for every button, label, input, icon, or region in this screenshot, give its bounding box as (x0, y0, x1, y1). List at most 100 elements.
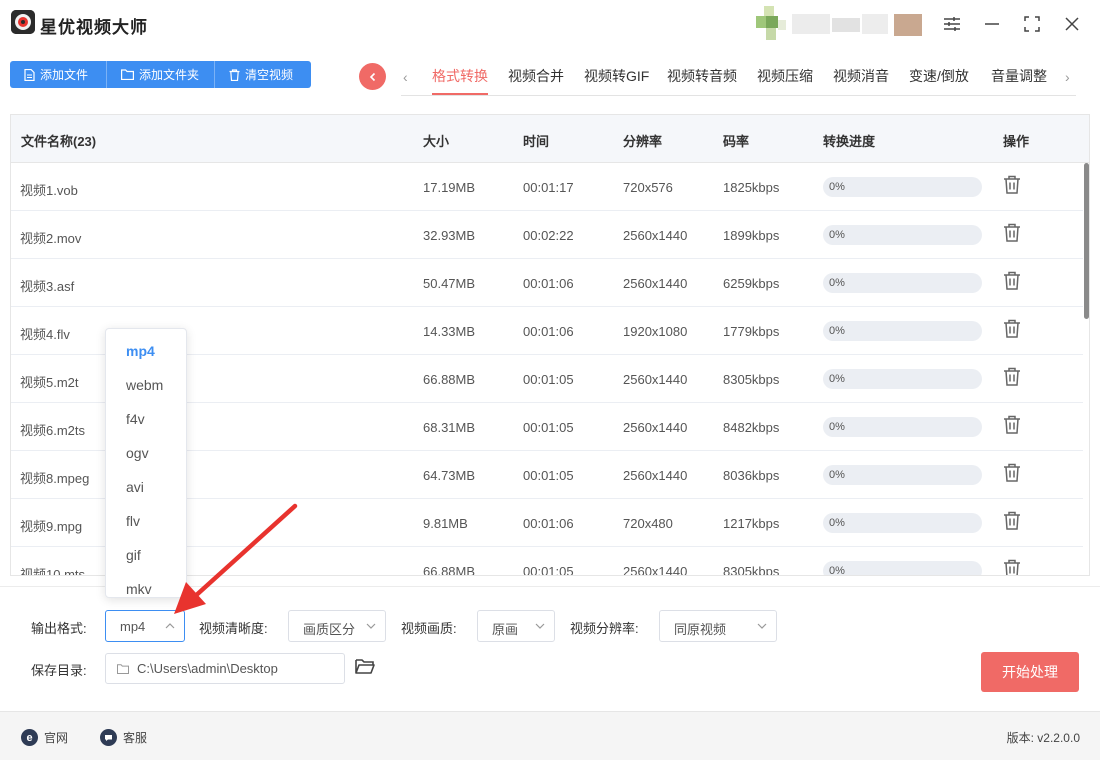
tab-video-mute[interactable]: 视频消音 (833, 66, 889, 86)
format-option-f4v[interactable]: f4v (126, 411, 145, 427)
file-icon (24, 68, 35, 81)
tab-format-convert[interactable]: 格式转换 (432, 66, 488, 95)
cell-resolution: 1920x1080 (623, 324, 688, 339)
format-option-ogv[interactable]: ogv (126, 445, 149, 461)
cell-bitrate: 8305kbps (723, 564, 780, 576)
cell-duration: 00:01:05 (523, 468, 574, 483)
trash-icon[interactable] (1003, 511, 1021, 533)
format-option-gif[interactable]: gif (126, 547, 141, 563)
add-folder-button[interactable]: 添加文件夹 (107, 61, 215, 88)
trash-icon[interactable] (1003, 463, 1021, 485)
cell-resolution: 720x480 (623, 516, 673, 531)
tabs-scroll-right-icon[interactable]: › (1065, 69, 1070, 85)
cell-bitrate: 8036kbps (723, 468, 780, 483)
trash-icon[interactable] (1003, 271, 1021, 293)
cell-resolution: 2560x1440 (623, 228, 688, 243)
customer-service-link[interactable]: 客服 (100, 729, 147, 746)
maximize-icon[interactable] (1020, 12, 1044, 36)
cell-resolution: 2560x1440 (623, 372, 688, 387)
tabs-scroll-left-icon[interactable]: ‹ (403, 69, 408, 85)
cell-file-size: 32.93MB (423, 228, 476, 243)
progress-bar: 0% (823, 225, 982, 245)
table-row[interactable]: 视频1.vob 17.19MB 00:01:17 720x576 1825kbps 0% (11, 163, 1083, 211)
collapse-back-button[interactable] (359, 63, 386, 90)
video-resolution-select[interactable]: 同原视频 (659, 610, 777, 642)
cell-file-name: 视频8.mpeg (20, 471, 90, 486)
save-dir-input[interactable]: C:\Users\admin\Desktop (105, 653, 345, 684)
close-icon[interactable] (1060, 12, 1084, 36)
cell-file-name: 视频5.m2t (20, 375, 79, 390)
tab-volume-adjust[interactable]: 音量调整 (991, 66, 1047, 86)
progress-text: 0% (829, 181, 845, 193)
cell-bitrate: 8482kbps (723, 420, 780, 435)
tab-video-to-gif[interactable]: 视频转GIF (584, 66, 649, 86)
cell-file-size: 50.47MB (423, 276, 476, 291)
output-format-value: mp4 (120, 619, 146, 634)
add-file-button[interactable]: 添加文件 (10, 61, 107, 88)
version-text: 版本: v2.2.0.0 (1006, 731, 1080, 745)
video-resolution-label: 视频分辨率: (570, 621, 639, 636)
cell-bitrate: 6259kbps (723, 276, 780, 291)
cell-file-name: 视频6.m2ts (20, 423, 86, 438)
tab-video-compress[interactable]: 视频压缩 (757, 66, 813, 86)
progress-bar: 0% (823, 417, 982, 437)
progress-bar: 0% (823, 369, 982, 389)
chevron-down-icon (366, 623, 376, 629)
progress-text: 0% (829, 277, 845, 289)
format-option-avi[interactable]: avi (126, 479, 144, 495)
chevron-up-icon (165, 623, 175, 629)
cell-duration: 00:01:05 (523, 420, 574, 435)
cell-bitrate: 1779kbps (723, 324, 780, 339)
cell-duration: 00:01:05 (523, 564, 574, 576)
table-header: 文件名称(23) 大小 时间 分辨率 码率 转换进度 操作 (11, 115, 1089, 163)
table-row[interactable]: 视频2.mov 32.93MB 00:02:22 2560x1440 1899kbps 0… (11, 211, 1083, 259)
cell-resolution: 2560x1440 (623, 468, 688, 483)
video-quality-value: 原画 (492, 622, 519, 637)
cell-resolution: 2560x1440 (623, 564, 688, 576)
cell-file-size: 66.88MB (423, 372, 476, 387)
format-option-mkv[interactable]: mkv (126, 581, 152, 597)
trash-icon[interactable] (1003, 319, 1021, 341)
video-clarity-select[interactable]: 画质区分 (288, 610, 386, 642)
progress-text: 0% (829, 229, 845, 241)
website-link[interactable]: e 官网 (21, 729, 68, 746)
trash-icon[interactable] (1003, 559, 1021, 575)
clear-videos-button[interactable]: 清空视频 (215, 61, 311, 88)
chevron-down-icon (757, 623, 767, 629)
tab-video-to-audio[interactable]: 视频转音频 (667, 66, 737, 86)
trash-icon[interactable] (1003, 175, 1021, 197)
minimize-icon[interactable] (980, 12, 1004, 36)
progress-bar: 0% (823, 561, 982, 575)
format-option-webm[interactable]: webm (126, 377, 163, 393)
table-scrollbar[interactable] (1084, 163, 1089, 575)
user-avatar[interactable] (756, 6, 928, 42)
scrollbar-thumb[interactable] (1084, 163, 1089, 319)
cell-file-name: 视频3.asf (20, 279, 75, 294)
save-dir-label: 保存目录: (31, 663, 87, 678)
table-row[interactable]: 视频3.asf 50.47MB 00:01:06 2560x1440 6259kbps 0… (11, 259, 1083, 307)
format-option-flv[interactable]: flv (126, 513, 140, 529)
cell-bitrate: 1899kbps (723, 228, 780, 243)
progress-text: 0% (829, 469, 845, 481)
video-quality-select[interactable]: 原画 (477, 610, 555, 642)
cell-file-size: 68.31MB (423, 420, 476, 435)
video-clarity-label: 视频清晰度: (199, 621, 268, 636)
tab-video-merge[interactable]: 视频合并 (508, 66, 564, 86)
output-format-label: 输出格式: (31, 621, 87, 636)
settings-sliders-icon[interactable] (940, 12, 964, 36)
settings-panel (0, 586, 1100, 711)
chevron-left-icon (369, 72, 375, 81)
clear-videos-label: 清空视频 (245, 68, 294, 82)
tab-speed-reverse[interactable]: 变速/倒放 (909, 66, 969, 86)
save-dir-value: C:\Users\admin\Desktop (137, 661, 278, 676)
trash-icon[interactable] (1003, 223, 1021, 245)
cell-file-size: 66.88MB (423, 564, 476, 576)
format-option-mp4[interactable]: mp4 (126, 343, 155, 359)
trash-icon[interactable] (1003, 367, 1021, 389)
start-processing-button[interactable]: 开始处理 (981, 652, 1079, 692)
progress-text: 0% (829, 373, 845, 385)
header-operation: 操作 (1003, 134, 1030, 149)
trash-icon[interactable] (1003, 415, 1021, 437)
cell-file-name: 视频4.flv (20, 327, 70, 342)
folder-open-icon[interactable] (354, 656, 376, 678)
